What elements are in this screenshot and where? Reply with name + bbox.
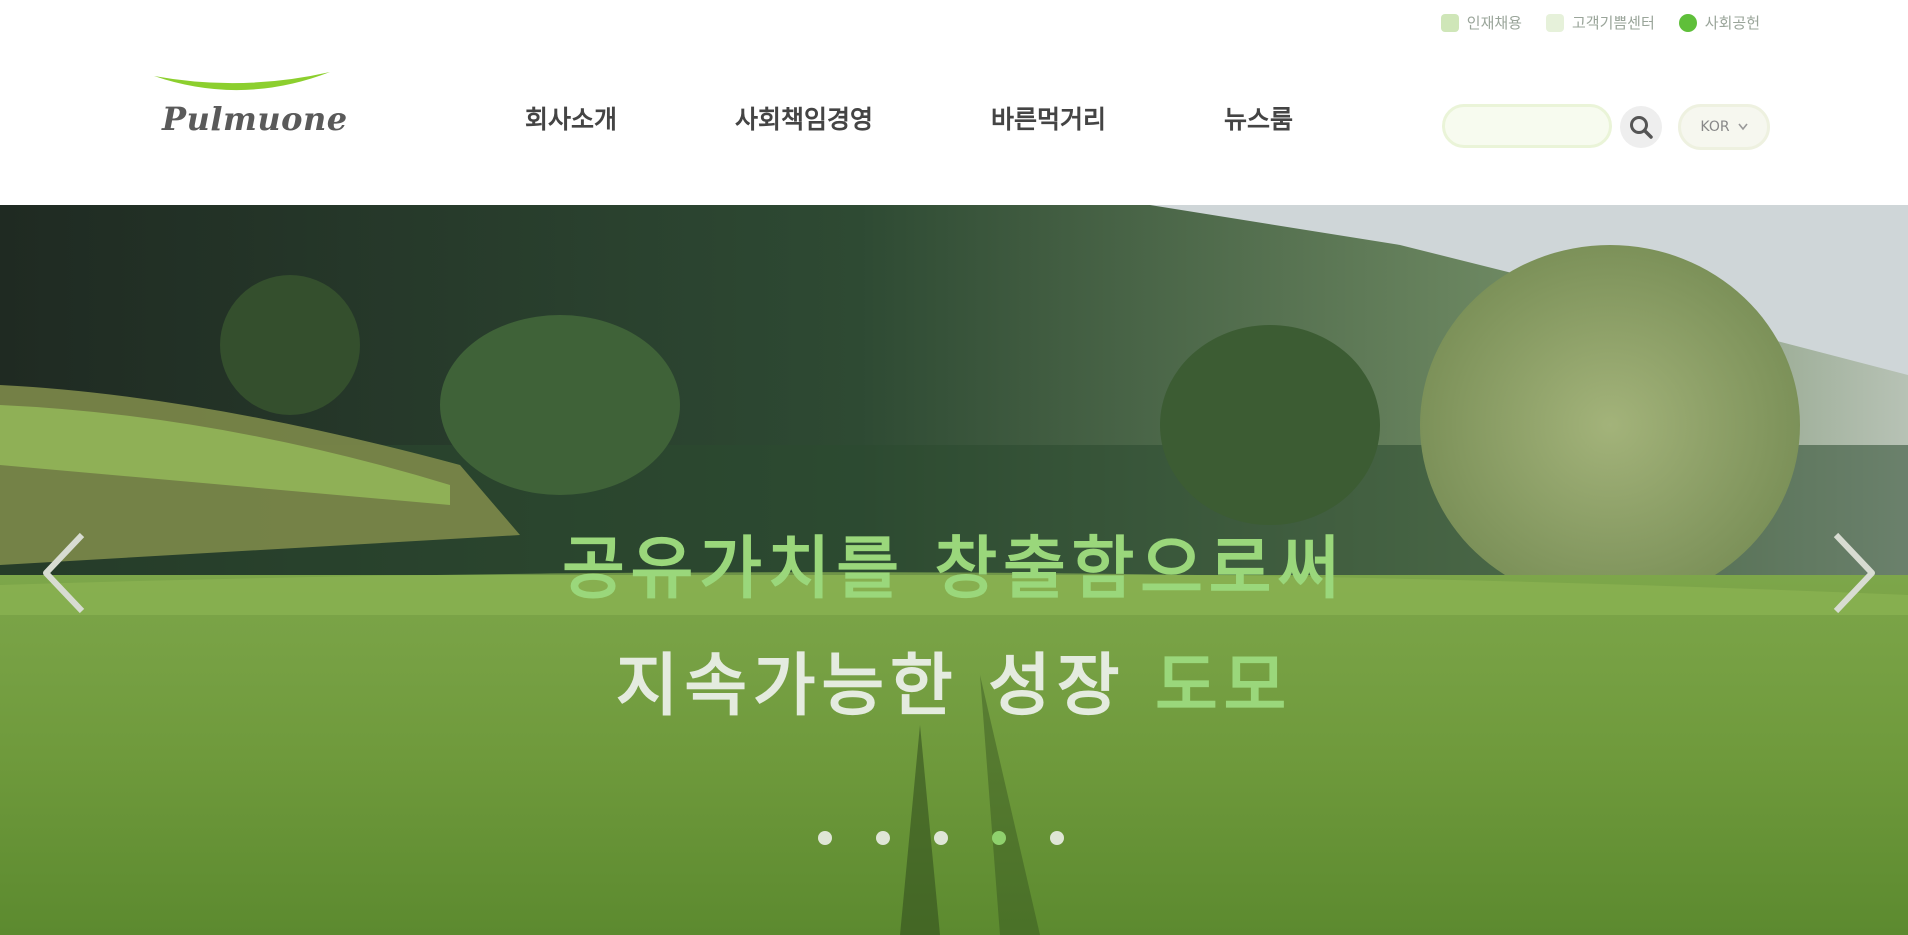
utility-link-careers[interactable]: 인재채용 [1440,12,1522,33]
utility-link-label: 사회공헌 [1704,14,1760,32]
search-icon [1630,116,1653,139]
pulmuone-logo[interactable]: Pulmuone [152,66,347,146]
hero-headline-main: 지속가능한 성장 [615,647,1126,726]
logo-wordmark: Pulmuone [162,100,348,138]
language-value: KOR [1700,119,1730,135]
hero-banner: 공유가치를 창출함으로써 지속가능한 성장 도모 [0,205,1908,935]
utility-link-label: 인재채용 [1466,14,1522,32]
slide-dot-1[interactable] [818,831,832,845]
search-input[interactable] [1442,104,1612,148]
chevron-down-icon [1737,123,1748,131]
nav-item-csr[interactable]: 사회책임경영 [735,100,873,136]
hero-headline-accent: 도모 [1155,647,1293,726]
hero-headline-line1: 공유가치를 창출함으로써 [562,530,1346,609]
nav-item-food[interactable]: 바른먹거리 [991,100,1106,136]
slide-dot-3[interactable] [934,831,948,845]
customer-center-icon [1545,13,1564,32]
main-nav: 회사소개 사회책임경영 바른먹거리 뉴스룸 [525,100,1293,136]
site-header: 인재채용 고객기쁨센터 사회공헌 Pulmuone 회사소개 사회책임경영 바른… [0,0,1908,205]
slide-dot-5[interactable] [1050,831,1064,845]
careers-icon [1440,13,1459,32]
nav-item-company[interactable]: 회사소개 [525,100,617,136]
utility-link-social-contribution[interactable]: 사회공헌 [1678,12,1760,33]
utility-link-label: 고객기쁨센터 [1571,14,1655,32]
nav-item-newsroom[interactable]: 뉴스룸 [1224,100,1293,136]
slide-dot-4[interactable] [992,831,1006,845]
search-button[interactable] [1620,106,1662,148]
chevron-right-icon [1833,532,1875,614]
hero-headline-line2: 지속가능한 성장 도모 [0,630,1908,729]
utility-links: 인재채용 고객기쁨센터 사회공헌 [1440,12,1760,33]
next-slide-button[interactable] [1826,523,1886,623]
chevron-left-icon [43,532,85,614]
language-select[interactable]: KOR [1678,104,1770,150]
utility-link-customer-center[interactable]: 고객기쁨센터 [1545,12,1655,33]
slide-pagination [818,831,1064,845]
prev-slide-button[interactable] [32,523,92,623]
slide-dot-2[interactable] [876,831,890,845]
social-contribution-icon [1678,13,1697,32]
